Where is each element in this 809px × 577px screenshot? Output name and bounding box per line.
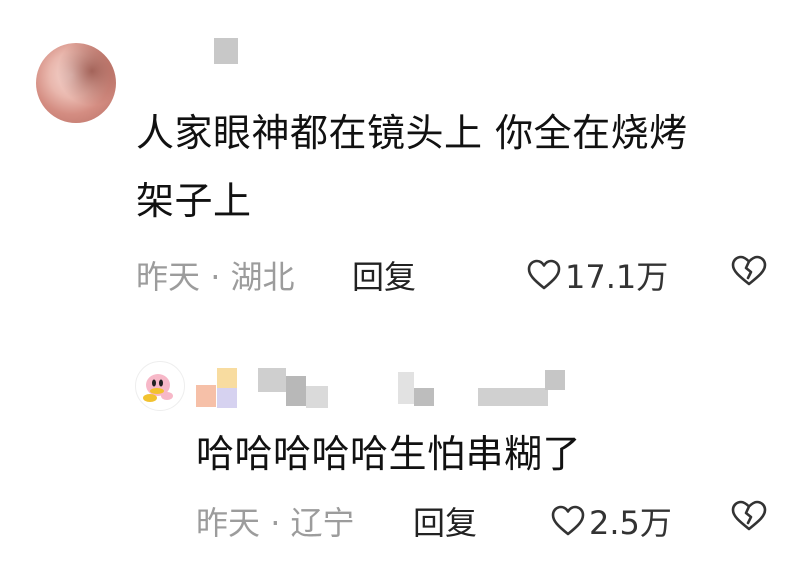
like-count: 17.1万 [565, 258, 669, 296]
reply-button[interactable]: 回复 [352, 252, 416, 298]
like-button[interactable]: 2.5万 [551, 498, 672, 544]
heart-outline-icon [527, 259, 561, 291]
comment-location: 湖北 [230, 258, 295, 296]
girl-avatar-icon [36, 43, 116, 123]
heart-outline-icon [551, 505, 585, 537]
like-count: 2.5万 [589, 504, 672, 542]
commenter-avatar[interactable] [135, 361, 185, 411]
comment-time: 昨天 [136, 258, 201, 296]
comment-time: 昨天 [196, 504, 261, 542]
comment-text: 人家眼神都在镜头上 你全在烧烤 架子上 [136, 111, 688, 223]
comment-meta: 昨天 · 湖北 [136, 252, 295, 298]
broken-heart-icon[interactable] [730, 500, 768, 532]
reply-button[interactable]: 回复 [413, 498, 477, 544]
comment-text: 哈哈哈哈哈生怕串糊了 [196, 432, 582, 476]
kirby-avatar-icon [137, 363, 183, 409]
comment-location: 辽宁 [290, 504, 355, 542]
comment-meta: 昨天 · 辽宁 [196, 498, 355, 544]
meta-separator: · [270, 504, 281, 542]
broken-heart-icon[interactable] [730, 255, 768, 287]
meta-separator: · [210, 258, 221, 296]
like-button[interactable]: 17.1万 [527, 252, 668, 298]
commenter-avatar[interactable] [36, 43, 116, 123]
